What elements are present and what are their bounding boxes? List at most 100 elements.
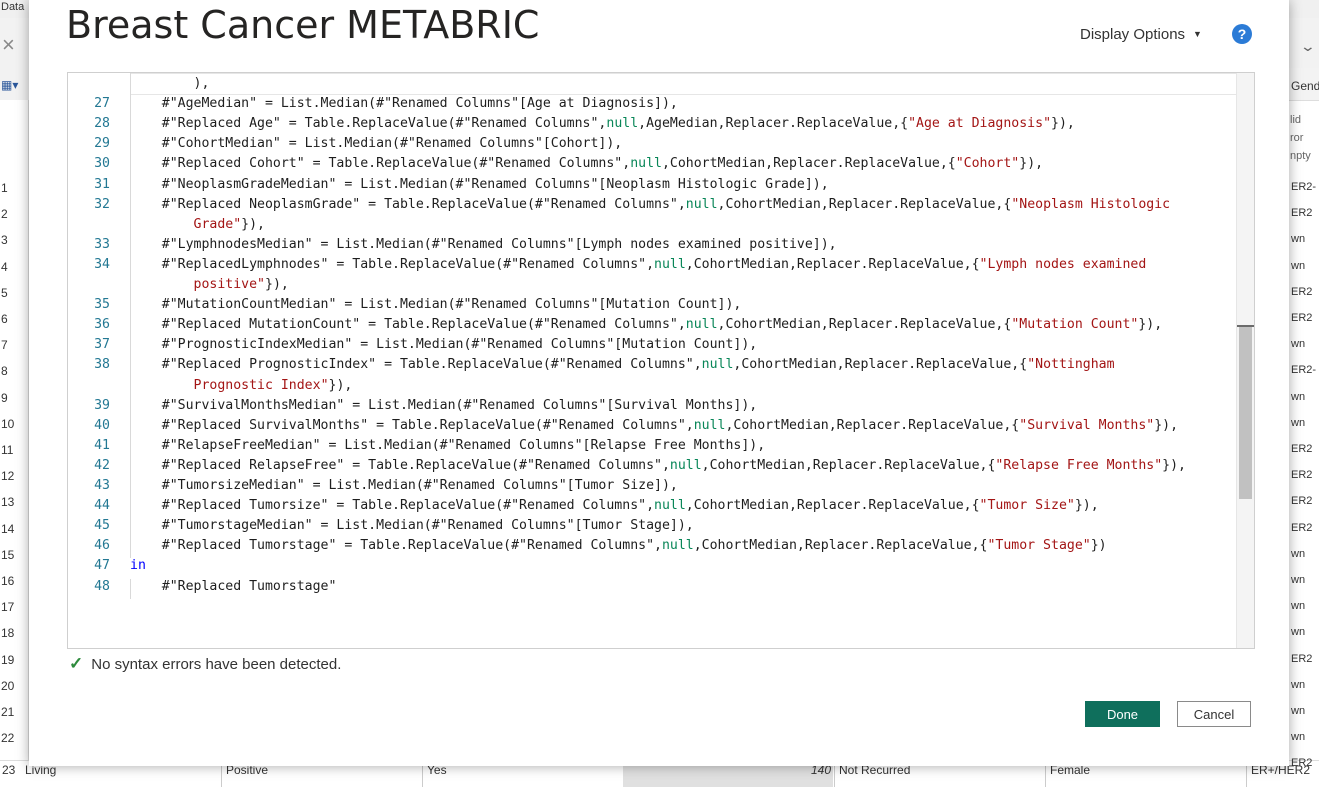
chevron-down-icon[interactable]: ⌄ [1300, 38, 1316, 55]
line-number: 40 [94, 417, 110, 433]
table-cell[interactable]: ER2 [1291, 757, 1319, 769]
code-token: }), [1162, 457, 1186, 473]
code-line[interactable]: 42 #"Replaced RelapseFree" = Table.Repla… [68, 458, 1238, 478]
table-cell[interactable]: wn [1291, 233, 1319, 245]
table-cell[interactable]: ER2 [1291, 653, 1319, 665]
table-cell[interactable]: wn [1291, 705, 1319, 717]
code-line[interactable]: Prognostic Index"}), [68, 378, 1238, 398]
code-line[interactable]: 48 #"Replaced Tumorstage" [68, 579, 1238, 599]
code-line[interactable]: Grade"}), [68, 217, 1238, 237]
code-line[interactable]: 32 #"Replaced NeoplasmGrade" = Table.Rep… [68, 197, 1238, 217]
table-cell[interactable]: ER2- [1291, 364, 1319, 376]
code-line[interactable]: positive"}), [68, 277, 1238, 297]
column-header-label: Gend [1291, 79, 1319, 93]
column-quality-label: lid [1290, 114, 1302, 126]
code-line[interactable]: 46 #"Replaced Tumorstage" = Table.Replac… [68, 538, 1238, 558]
table-cell[interactable]: ER2 [1291, 522, 1319, 534]
scrollbar-thumb[interactable] [1239, 327, 1252, 499]
code-line[interactable]: 29 #"CohortMedian" = List.Median(#"Renam… [68, 136, 1238, 156]
table-cell[interactable]: ER2 [1291, 469, 1319, 481]
string-literal: "Tumor Size" [979, 498, 1075, 514]
table-cell[interactable]: ER2 [1291, 443, 1319, 455]
cancel-button[interactable]: Cancel [1177, 701, 1251, 727]
code-text: #"AgeMedian" = List.Median(#"Renamed Col… [130, 96, 678, 111]
code-text: #"Replaced PrognosticIndex" = Table.Repl… [130, 357, 1115, 372]
code-text: #"ReplacedLymphnodes" = Table.ReplaceVal… [130, 256, 1147, 272]
table-cell[interactable]: wn [1291, 548, 1319, 560]
code-token: #"Replaced Tumorsize" = Table.ReplaceVal… [130, 498, 655, 514]
table-cell[interactable]: wn [1291, 338, 1319, 350]
table-cell[interactable]: wn [1291, 731, 1319, 743]
code-token: #"TumorstageMedian" = List.Median(#"Rena… [130, 518, 694, 534]
table-cell[interactable]: wn [1291, 260, 1319, 272]
code-line[interactable]: 33 #"LymphnodesMedian" = List.Median(#"R… [68, 237, 1238, 257]
line-number: 33 [94, 236, 110, 252]
string-literal: "Neoplasm Histologic [1011, 196, 1171, 212]
column-header-gender[interactable]: Gend [1289, 68, 1319, 101]
code-token: #"Replaced RelapseFree" = Table.ReplaceV… [130, 457, 670, 473]
table-cell[interactable]: ER2 [1291, 207, 1319, 219]
code-line[interactable]: ), [68, 76, 1238, 96]
table-cell[interactable]: wn [1291, 626, 1319, 638]
code-token: #"Replaced Cohort" = Table.ReplaceValue(… [130, 156, 631, 172]
code-line[interactable]: 30 #"Replaced Cohort" = Table.ReplaceVal… [68, 156, 1238, 176]
row-number: 3 [1, 233, 8, 248]
code-line[interactable]: 39 #"SurvivalMonthsMedian" = List.Median… [68, 398, 1238, 418]
line-number: 47 [94, 558, 110, 574]
code-line[interactable]: 28 #"Replaced Age" = Table.ReplaceValue(… [68, 116, 1238, 136]
code-text: #"PrognosticIndexMedian" = List.Median(#… [130, 337, 757, 352]
code-token: }), [241, 216, 265, 232]
code-line[interactable]: 34 #"ReplacedLymphnodes" = Table.Replace… [68, 257, 1238, 277]
null-literal: null [685, 317, 718, 333]
table-cell[interactable]: wn [1291, 679, 1319, 691]
code-token: }), [328, 377, 353, 393]
code-line[interactable]: 37 #"PrognosticIndexMedian" = List.Media… [68, 337, 1238, 357]
code-line[interactable]: 47 in [68, 558, 1238, 578]
code-line[interactable]: 31 #"NeoplasmGradeMedian" = List.Median(… [68, 177, 1238, 197]
close-icon[interactable]: × [2, 34, 15, 56]
table-cell[interactable]: ER2- [1291, 181, 1319, 193]
code-text: #"Replaced MutationCount" = Table.Replac… [130, 317, 1162, 332]
table-icon[interactable]: ▦▾ [1, 78, 18, 92]
code-line[interactable]: 43 #"TumorsizeMedian" = List.Median(#"Re… [68, 478, 1238, 498]
code-line[interactable]: 45 #"TumorstageMedian" = List.Median(#"R… [68, 518, 1238, 538]
code-line[interactable]: 35 #"MutationCountMedian" = List.Median(… [68, 297, 1238, 317]
null-literal: null [701, 357, 734, 373]
row-number: 9 [1, 390, 8, 405]
code-text: ), [130, 76, 210, 91]
table-cell[interactable]: wn [1291, 391, 1319, 403]
string-literal: "Mutation Count" [1011, 317, 1139, 333]
line-number: 27 [94, 96, 110, 112]
row-number: 2 [1, 207, 8, 222]
table-cell[interactable]: wn [1291, 600, 1319, 612]
table-cell[interactable]: ER2 [1291, 495, 1319, 507]
line-number: 45 [94, 518, 110, 534]
table-cell[interactable]: wn [1291, 417, 1319, 429]
line-number: 44 [94, 498, 110, 514]
row-number: 8 [1, 364, 8, 379]
code-line[interactable]: 27 #"AgeMedian" = List.Median(#"Renamed … [68, 96, 1238, 116]
code-line[interactable]: 44 #"Replaced Tumorsize" = Table.Replace… [68, 498, 1238, 518]
code-line[interactable]: 36 #"Replaced MutationCount" = Table.Rep… [68, 317, 1238, 337]
string-literal: positive" [193, 277, 265, 292]
display-options-dropdown[interactable]: Display Options ▼ [1080, 26, 1202, 43]
done-button[interactable]: Done [1085, 701, 1160, 727]
string-literal: "Nottingham [1027, 357, 1115, 373]
help-circle-icon[interactable]: ? [1232, 24, 1252, 44]
code-text: Grade"}), [130, 217, 265, 232]
advanced-editor-dialog: Breast Cancer METABRIC Display Options ▼ … [29, 0, 1289, 766]
table-cell[interactable]: wn [1291, 574, 1319, 586]
vertical-scrollbar[interactable] [1236, 73, 1254, 648]
string-literal: "Relapse Free Months" [995, 457, 1163, 473]
code-editor[interactable]: ), 27 #"AgeMedian" = List.Median(#"Rename… [67, 72, 1255, 649]
code-text: #"TumorsizeMedian" = List.Median(#"Renam… [130, 478, 678, 493]
code-token: #"ReplacedLymphnodes" = Table.ReplaceVal… [130, 256, 655, 272]
code-line[interactable]: 41 #"RelapseFreeMedian" = List.Median(#"… [68, 438, 1238, 458]
table-cell[interactable]: ER2 [1291, 312, 1319, 324]
syntax-status: ✓ No syntax errors have been detected. [69, 654, 341, 674]
row-number: 21 [1, 705, 15, 719]
code-line[interactable]: 38 #"Replaced PrognosticIndex" = Table.R… [68, 357, 1238, 377]
table-cell[interactable]: ER2 [1291, 286, 1319, 298]
row-number: 19 [1, 652, 15, 667]
code-line[interactable]: 40 #"Replaced SurvivalMonths" = Table.Re… [68, 418, 1238, 438]
